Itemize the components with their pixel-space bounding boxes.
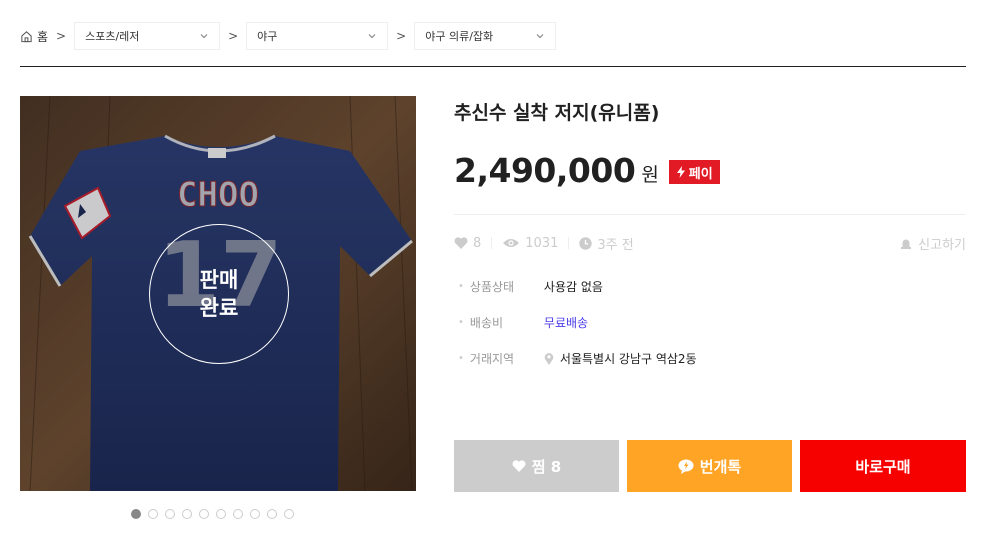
- pagination-dot[interactable]: [233, 509, 243, 519]
- wish-button[interactable]: 찜 8: [454, 440, 619, 492]
- shipping-value: 무료배송: [543, 315, 589, 330]
- eye-icon: [503, 239, 520, 247]
- chevron-right-icon: >: [56, 29, 67, 43]
- likes-count: 8: [473, 235, 482, 251]
- region-value-wrap: 서울특별시 강남구 역삼2동: [544, 350, 697, 367]
- chevron-down-icon: [536, 34, 544, 39]
- stat-separator: [491, 237, 493, 249]
- region-label: 거래지역: [469, 351, 515, 366]
- heart-icon: [512, 460, 526, 472]
- bullet: •: [458, 352, 464, 364]
- clock-icon: [579, 236, 593, 250]
- pay-badge-label: 페이: [688, 166, 713, 182]
- stat-separator: [568, 237, 570, 249]
- wish-label: 찜 8: [531, 457, 562, 476]
- price-currency: 원: [641, 163, 659, 186]
- region-row: • 거래지역 서울특별시 강남구 역삼2동: [458, 350, 697, 366]
- info-divider: [454, 214, 966, 215]
- views-count: 1031: [525, 235, 559, 251]
- pagination-dot[interactable]: [267, 509, 277, 519]
- pagination-dot[interactable]: [131, 509, 141, 519]
- time-stat: 3주 전: [579, 234, 634, 253]
- product-title: 추신수 실착 저지(유니폼): [454, 102, 660, 124]
- category-label-1: 스포츠/레저: [85, 30, 140, 43]
- buy-label: 바로구매: [855, 457, 911, 476]
- chevron-down-icon: [368, 34, 376, 39]
- product-image[interactable]: CHOO 17 판매 완료: [20, 96, 416, 491]
- bullet: •: [458, 280, 464, 292]
- bullet: •: [458, 316, 464, 328]
- report-label: 신고하기: [918, 237, 966, 253]
- views-stat: 1031: [502, 236, 558, 251]
- pagination-dot[interactable]: [250, 509, 260, 519]
- category-label-2: 야구: [257, 30, 278, 43]
- pagination-dot[interactable]: [216, 509, 226, 519]
- home-link[interactable]: 홈: [20, 28, 48, 45]
- condition-value: 사용감 없음: [543, 279, 603, 294]
- category-label-3: 야구 의류/잡화: [425, 30, 494, 43]
- price-row: 2,490,000 원 페이: [454, 151, 720, 190]
- condition-row: • 상품상태 사용감 없음: [458, 278, 603, 294]
- top-divider: [20, 66, 966, 67]
- heart-icon: [454, 237, 468, 249]
- chevron-down-icon: [200, 34, 208, 39]
- chat-bubble-icon: [678, 459, 694, 474]
- region-value: 서울특별시 강남구 역삼2동: [559, 351, 697, 366]
- pagination-dot[interactable]: [148, 509, 158, 519]
- chat-label: 번개톡: [699, 457, 742, 476]
- price-value: 2,490,000: [454, 151, 636, 190]
- breadcrumb: 홈 > 스포츠/레저 > 야구 > 야구 의류/잡화: [20, 22, 557, 50]
- pagination-dot[interactable]: [199, 509, 209, 519]
- siren-icon: [901, 239, 912, 249]
- location-pin-icon: [544, 352, 554, 365]
- category-select-3[interactable]: 야구 의류/잡화: [414, 22, 557, 50]
- product-stats: 8 1031 3주 전: [454, 233, 634, 253]
- home-icon: [21, 30, 32, 42]
- pagination-dot[interactable]: [165, 509, 175, 519]
- lightning-icon: [676, 166, 685, 178]
- image-pagination: [131, 509, 294, 519]
- shipping-label: 배송비: [469, 315, 504, 330]
- home-label: 홈: [37, 29, 49, 44]
- chevron-right-icon: >: [228, 29, 239, 43]
- chevron-right-icon: >: [396, 29, 407, 43]
- sold-out-label: 판매 완료: [199, 268, 239, 320]
- buy-now-button[interactable]: 바로구매: [800, 440, 966, 492]
- chat-button[interactable]: 번개톡: [627, 440, 792, 492]
- sold-out-overlay: 판매 완료: [149, 224, 289, 364]
- category-select-1[interactable]: 스포츠/레저: [74, 22, 221, 50]
- pagination-dot[interactable]: [182, 509, 192, 519]
- report-button[interactable]: 신고하기: [900, 233, 966, 253]
- pay-badge: 페이: [668, 160, 720, 184]
- category-select-2[interactable]: 야구: [246, 22, 389, 50]
- likes-stat: 8: [454, 236, 481, 251]
- time-ago: 3주 전: [597, 237, 634, 253]
- condition-label: 상품상태: [469, 279, 515, 294]
- shipping-row: • 배송비 무료배송: [458, 314, 588, 330]
- pagination-dot[interactable]: [284, 509, 294, 519]
